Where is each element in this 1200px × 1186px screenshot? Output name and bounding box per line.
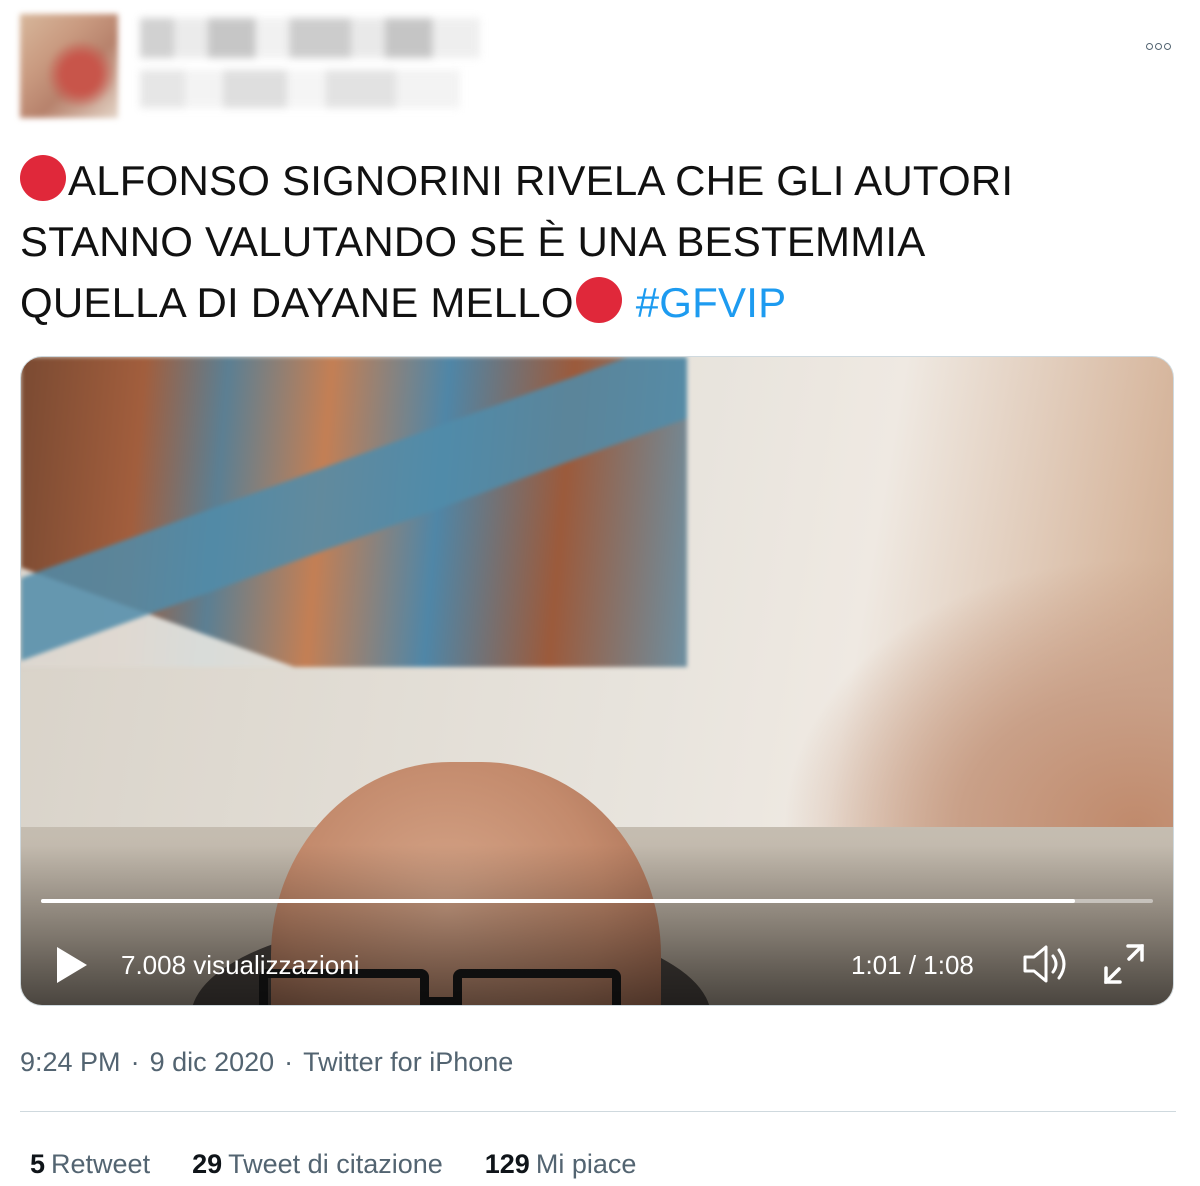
more-dot-icon xyxy=(1163,42,1171,50)
separator: · xyxy=(284,1047,294,1077)
tweet-text-line-1: ALFONSO SIGNORINI RIVELA CHE GLI AUTORI xyxy=(20,150,1180,211)
more-dot-icon xyxy=(1154,42,1162,50)
likes-stat[interactable]: 129 Mi piace xyxy=(485,1146,637,1182)
hashtag-link[interactable]: #GFVIP xyxy=(636,279,787,326)
tweet-stats: 5 Retweet 29 Tweet di citazione 129 Mi piac… xyxy=(30,1146,636,1182)
tweet-text-line-3: QUELLA DI DAYANE MELLO #GFVIP xyxy=(20,277,787,326)
video-views: 7.008 visualizzazioni xyxy=(121,950,360,980)
quotes-count: 29 xyxy=(192,1149,223,1179)
tweet-header xyxy=(0,0,1200,130)
video-frame-painting xyxy=(21,357,687,667)
author-name-blurred[interactable] xyxy=(140,18,480,58)
retweets-label: Retweet xyxy=(51,1149,151,1179)
likes-count: 129 xyxy=(484,1149,530,1179)
tweet-time[interactable]: 9:24 PM xyxy=(20,1047,121,1077)
author-handle-blurred[interactable] xyxy=(140,70,460,108)
tweet-text: ALFONSO SIGNORINI RIVELA CHE GLI AUTORI … xyxy=(20,150,1180,333)
divider xyxy=(20,1111,1176,1112)
more-dot-icon xyxy=(1145,42,1153,50)
retweets-stat[interactable]: 5 Retweet xyxy=(30,1146,150,1182)
video-player[interactable]: 7.008 visualizzazioni 1:01 / 1:08 xyxy=(20,356,1174,1006)
tweet-text-line-2: STANNO VALUTANDO SE È UNA BESTEMMIA xyxy=(20,218,926,265)
separator: · xyxy=(130,1047,140,1077)
video-progress-fill xyxy=(41,899,1076,903)
red-circle-icon xyxy=(20,155,66,201)
tweet-meta: 9:24 PM · 9 dic 2020 · Twitter for iPhone xyxy=(20,1044,513,1080)
play-icon[interactable] xyxy=(57,947,87,983)
quotes-stat[interactable]: 29 Tweet di citazione xyxy=(192,1146,443,1182)
video-progress-bar[interactable] xyxy=(41,899,1153,903)
quotes-label: Tweet di citazione xyxy=(228,1149,443,1179)
tweet-source[interactable]: Twitter for iPhone xyxy=(303,1047,513,1077)
volume-icon[interactable] xyxy=(1021,941,1071,987)
tweet-date[interactable]: 9 dic 2020 xyxy=(150,1047,275,1077)
video-time: 1:01 / 1:08 xyxy=(851,950,974,980)
retweets-count: 5 xyxy=(30,1149,46,1179)
fullscreen-icon[interactable] xyxy=(1101,941,1147,987)
avatar[interactable] xyxy=(20,14,118,118)
more-options-button[interactable] xyxy=(1138,34,1178,58)
likes-label: Mi piace xyxy=(535,1149,637,1179)
red-circle-icon xyxy=(575,277,622,323)
